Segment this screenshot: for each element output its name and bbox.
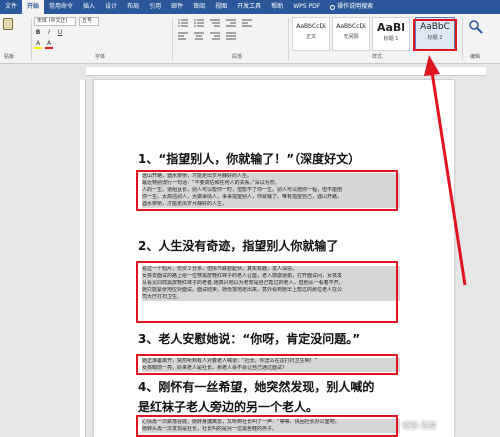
- paste-icon[interactable]: [3, 18, 13, 30]
- align-center-icon[interactable]: [194, 32, 204, 40]
- font-name-select[interactable]: 宋体 (中文正): [34, 17, 76, 26]
- watermark: 经验·百度: [402, 421, 437, 430]
- tab-help[interactable]: 帮助: [266, 0, 288, 14]
- format-row: B I U: [34, 29, 64, 37]
- paragraph-group-label: 段落: [232, 54, 243, 60]
- tab-developer[interactable]: 开发工具: [232, 0, 266, 14]
- horizontal-ruler[interactable]: [86, 67, 486, 76]
- search-icon: [330, 4, 336, 10]
- style-name: 无间隔: [343, 34, 359, 40]
- style-name: 标题 1: [383, 36, 399, 42]
- vertical-ruler[interactable]: [80, 80, 86, 437]
- style-heading-1[interactable]: AaBl 标题 1: [372, 17, 410, 51]
- find-icon[interactable]: [468, 19, 484, 35]
- style-sample: AaBl: [376, 21, 406, 34]
- annotation-box-para3: [136, 354, 398, 375]
- tab-common-commands[interactable]: 常用命令: [44, 0, 78, 14]
- style-sample: AaBbCcDi: [336, 23, 366, 30]
- align-right-icon[interactable]: [210, 32, 220, 40]
- tab-view[interactable]: 视图: [210, 0, 232, 14]
- separator: [31, 18, 32, 60]
- styles-group-label: 样式: [372, 54, 383, 60]
- tab-design[interactable]: 设计: [100, 0, 122, 14]
- ribbon-tab-bar: 文件 开始 常用命令 插入 设计 布局 引用 邮件 审阅 视图 开发工具 帮助 …: [0, 0, 500, 14]
- decrease-indent-icon[interactable]: [226, 19, 236, 27]
- justify-icon[interactable]: [226, 32, 236, 40]
- heading-1: 1、“指望别人，你就输了！”（深度好文）: [138, 152, 361, 166]
- separator: [288, 18, 289, 60]
- heading-4-line-2: 是红袜子老人旁边的另一个老人。: [138, 400, 319, 414]
- style-no-spacing[interactable]: AaBbCcDi 无间隔: [332, 17, 370, 51]
- annotation-box-heading2-style: [413, 19, 457, 51]
- tab-file[interactable]: 文件: [0, 0, 22, 14]
- annotation-box-para2: [136, 261, 398, 323]
- tab-insert[interactable]: 插入: [78, 0, 100, 14]
- tab-wps-pdf[interactable]: WPS PDF: [288, 0, 325, 14]
- separator: [172, 18, 173, 60]
- bullets-icon[interactable]: [178, 19, 188, 27]
- editing-group-label: 编辑: [470, 54, 481, 60]
- style-sample: AaBbCcDi: [296, 23, 326, 30]
- underline-button[interactable]: U: [56, 29, 64, 37]
- font-group-label: 字体: [95, 54, 106, 60]
- font-color-button[interactable]: A: [45, 40, 53, 49]
- heading-2: 2、人生没有奇迹，指望别人你就输了: [138, 239, 339, 253]
- align-left-icon[interactable]: [178, 32, 188, 40]
- font-size-select[interactable]: 五号: [79, 17, 99, 26]
- annotation-box-para4: [136, 415, 398, 437]
- tab-references[interactable]: 引用: [144, 0, 166, 14]
- numbering-icon[interactable]: [194, 19, 204, 27]
- tell-me-label: 操作说明搜索: [337, 3, 374, 10]
- tab-layout[interactable]: 布局: [122, 0, 144, 14]
- style-name: 正文: [305, 34, 316, 40]
- tell-me-search[interactable]: 操作说明搜索: [325, 0, 378, 14]
- style-normal[interactable]: AaBbCcDi 正文: [292, 17, 330, 51]
- document-page[interactable]: 1、“指望别人，你就输了！”（深度好文） 途山开路，遇水架桥，才能走出岁月静好的…: [94, 80, 454, 437]
- annotation-box-para1: [136, 170, 398, 211]
- bold-button[interactable]: B: [34, 29, 42, 37]
- italic-button[interactable]: I: [45, 29, 53, 37]
- separator: [462, 18, 463, 60]
- multilevel-list-icon[interactable]: [210, 19, 220, 27]
- tab-home[interactable]: 开始: [22, 0, 45, 14]
- clipboard-group-label: 贴板: [4, 54, 15, 60]
- heading-4-line-1: 4、刚怀有一丝希望，她突然发现，别人喊的: [138, 380, 375, 394]
- heading-3: 3、老人安慰她说：“你呀，肯定没问题。”: [138, 332, 361, 346]
- tab-mailings[interactable]: 邮件: [166, 0, 188, 14]
- increase-indent-icon[interactable]: [242, 19, 252, 27]
- format-row-2: A A: [34, 40, 53, 49]
- tab-review[interactable]: 审阅: [188, 0, 210, 14]
- highlight-button[interactable]: A: [34, 40, 42, 49]
